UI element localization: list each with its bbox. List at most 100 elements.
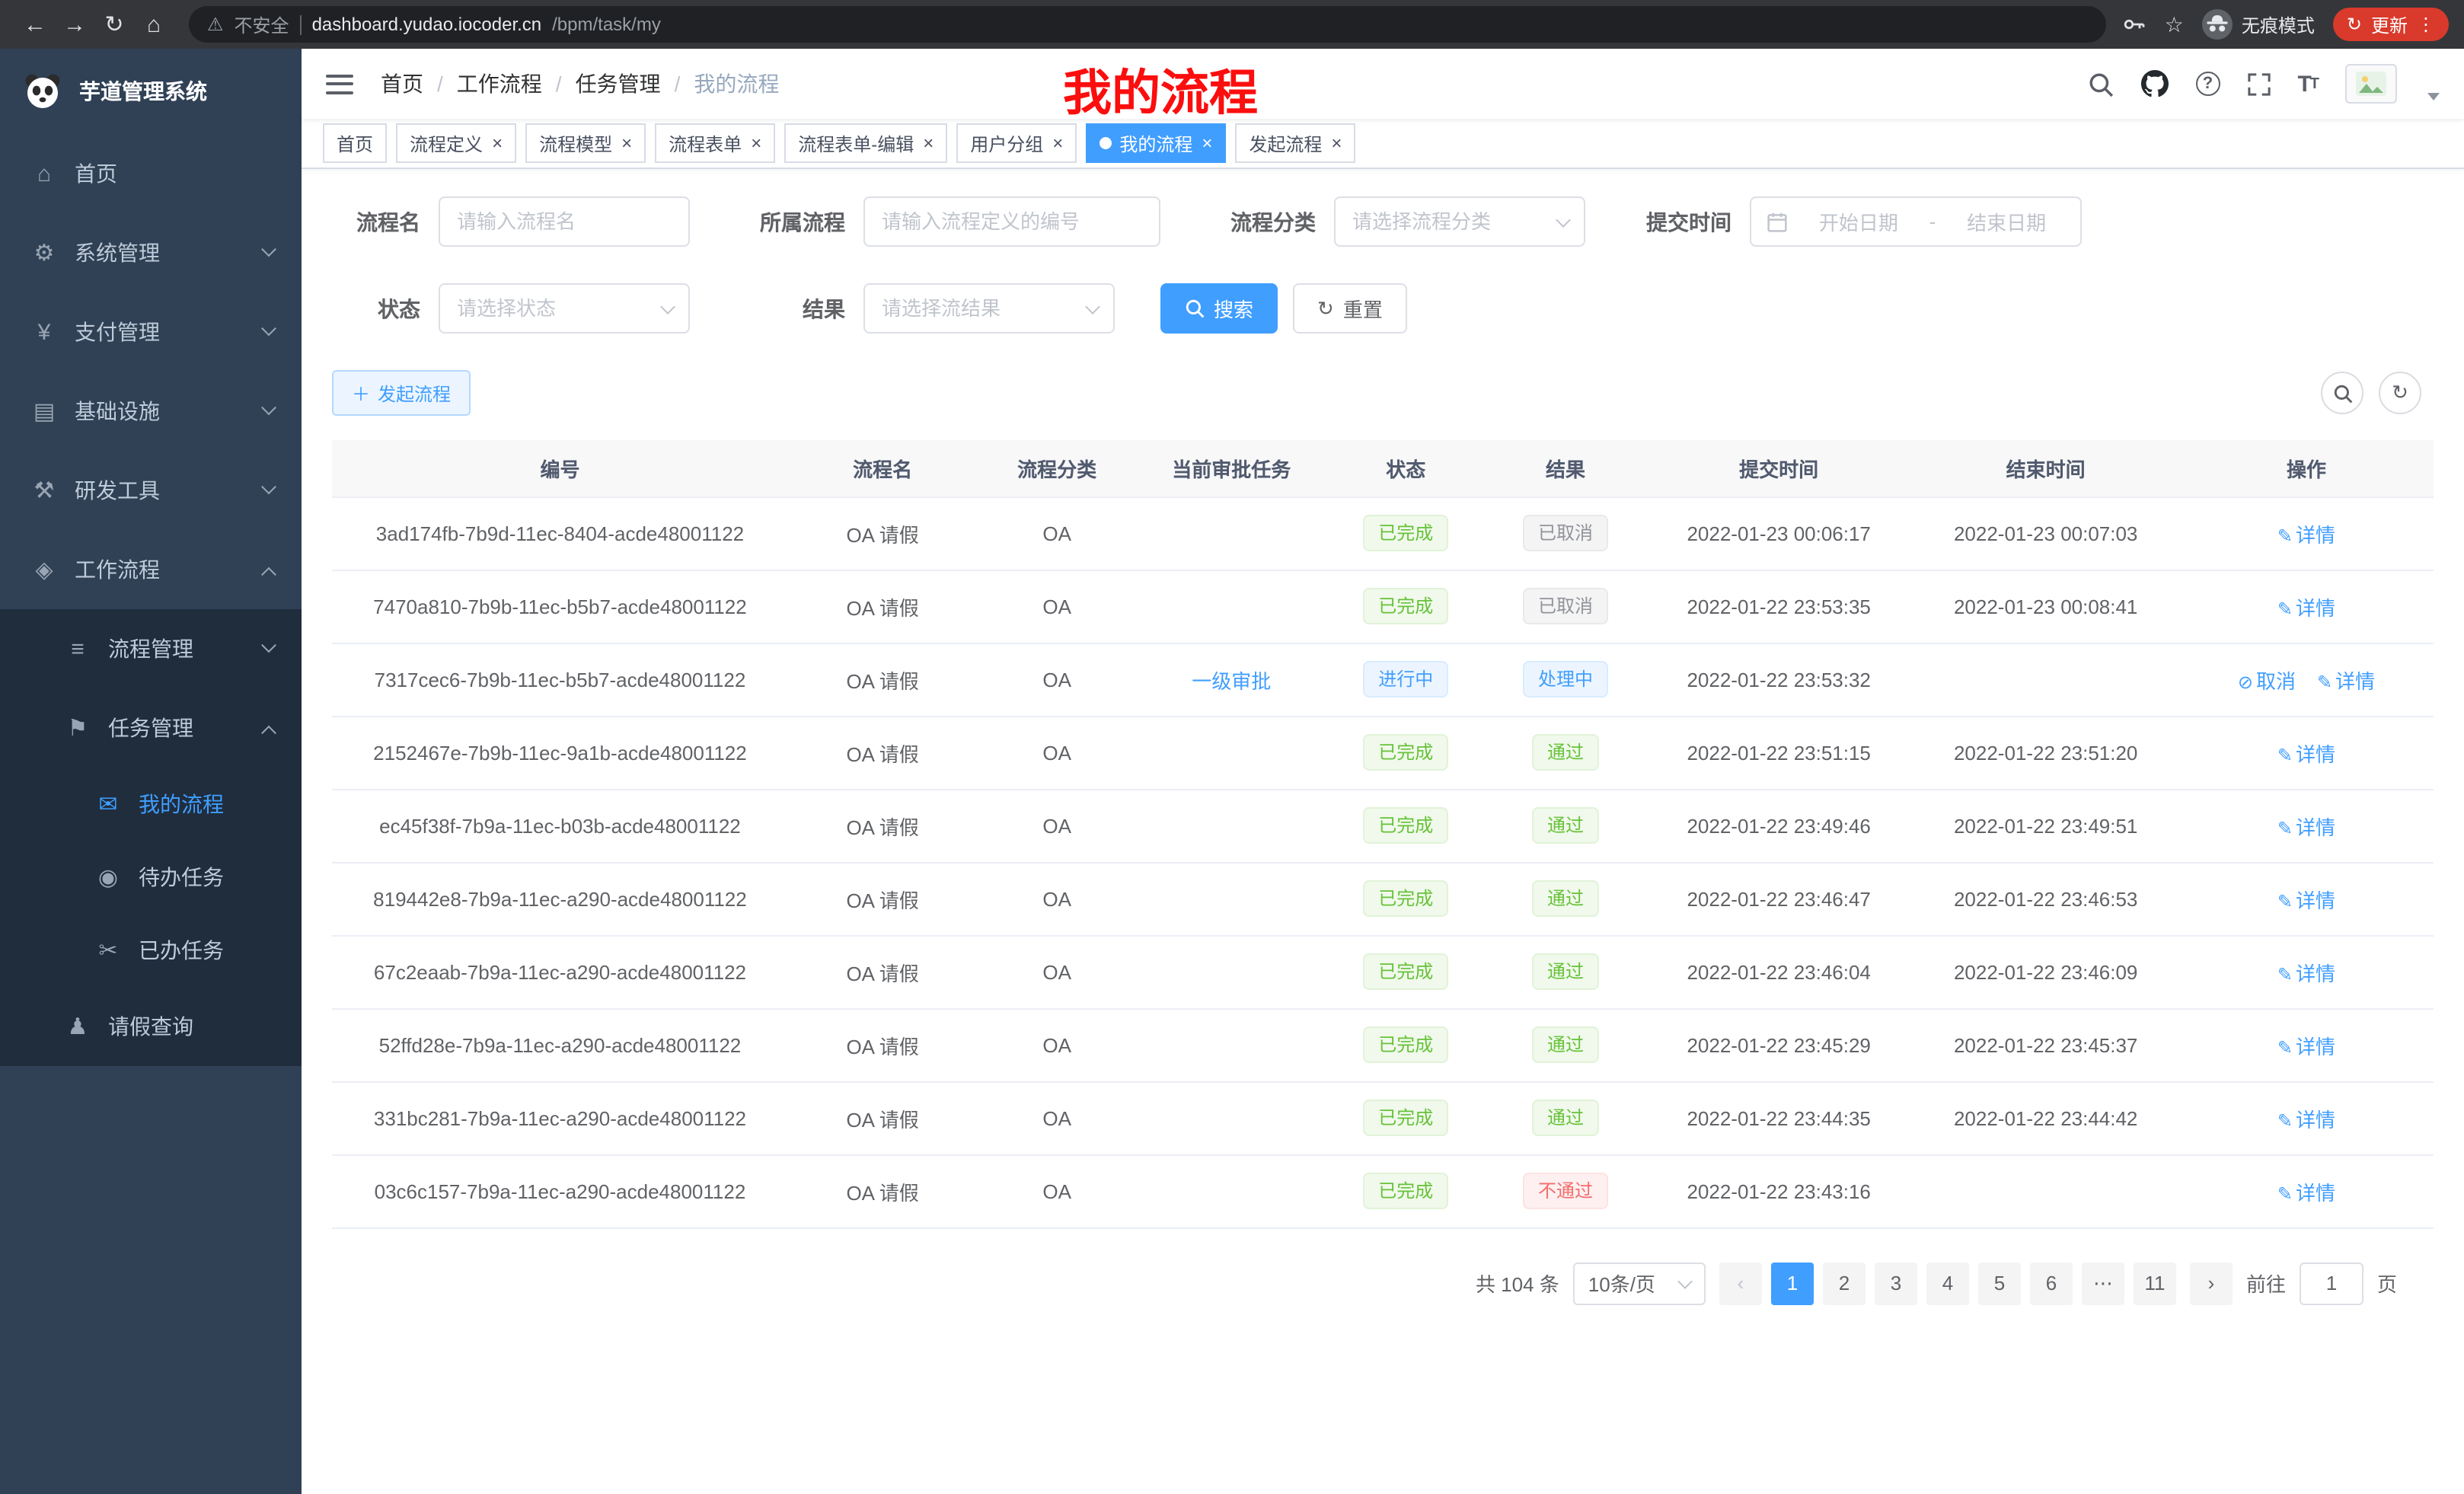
sidebar-item-done-task[interactable]: ✂已办任务: [0, 914, 302, 987]
close-icon[interactable]: ×: [923, 134, 934, 152]
tab-process-form-edit[interactable]: 流程表单-编辑×: [784, 123, 947, 163]
page-button[interactable]: 11: [2134, 1262, 2176, 1304]
cell-category: OA: [977, 862, 1137, 935]
sidebar-item-dev-tools[interactable]: ⚒研发工具: [0, 451, 302, 530]
reset-button[interactable]: ↻ 重置: [1293, 283, 1407, 334]
sidebar-item-infrastructure[interactable]: ▤基础设施: [0, 372, 302, 451]
status-select[interactable]: [439, 283, 690, 334]
detail-action[interactable]: ✎详情: [2277, 962, 2335, 985]
detail-action[interactable]: ✎详情: [2277, 1035, 2335, 1058]
sidebar-item-process-mgmt[interactable]: ≡流程管理: [0, 609, 302, 688]
sidebar-item-system-mgmt[interactable]: ⚙系统管理: [0, 213, 302, 292]
reload-icon[interactable]: ↻: [94, 5, 134, 44]
cell-end-time: 2022-01-22 23:51:20: [1912, 716, 2179, 789]
avatar[interactable]: [2345, 64, 2397, 104]
detail-action[interactable]: ✎详情: [2277, 816, 2335, 838]
help-icon[interactable]: ?: [2195, 72, 2220, 96]
fullscreen-icon[interactable]: [2247, 72, 2270, 95]
close-icon[interactable]: ×: [1331, 134, 1342, 152]
sidebar-item-leave-query[interactable]: ♟请假查询: [0, 987, 302, 1066]
page-button[interactable]: 5: [1978, 1262, 2021, 1304]
sidebar-item-payment-mgmt[interactable]: ¥支付管理: [0, 292, 302, 372]
filter-category: 流程分类: [1206, 196, 1585, 247]
filter-process-name: 流程名: [332, 196, 690, 247]
detail-action[interactable]: ✎详情: [2277, 742, 2335, 765]
key-icon[interactable]: [2122, 12, 2146, 37]
tab-user-group[interactable]: 用户分组×: [956, 123, 1077, 163]
forward-icon[interactable]: →: [55, 5, 94, 44]
font-size-icon[interactable]: TT: [2297, 71, 2318, 97]
prev-page-button[interactable]: ‹: [1719, 1262, 1762, 1304]
incognito-badge: 无痕模式: [2202, 9, 2315, 40]
detail-action[interactable]: ✎详情: [2317, 669, 2375, 692]
breadcrumb-item[interactable]: 工作流程: [457, 69, 542, 99]
back-icon[interactable]: ←: [15, 5, 55, 44]
table-header-row: 编号流程名流程分类当前审批任务状态结果提交时间结束时间操作: [332, 440, 2434, 496]
detail-action[interactable]: ✎详情: [2277, 1181, 2335, 1204]
pagination-ellipsis[interactable]: ⋯: [2082, 1262, 2124, 1304]
bookmark-star-icon[interactable]: ☆: [2165, 11, 2184, 37]
sidebar-item-home[interactable]: ⌂首页: [0, 134, 302, 213]
breadcrumb-item[interactable]: 任务管理: [576, 69, 661, 99]
result-select[interactable]: [863, 283, 1115, 334]
tab-process-form[interactable]: 流程表单×: [655, 123, 775, 163]
table-body: 3ad174fb-7b9d-11ec-8404-acde48001122OA 请…: [332, 496, 2434, 1227]
column-header: 状态: [1326, 440, 1486, 496]
category-select[interactable]: [1334, 196, 1585, 247]
search-button[interactable]: 搜索: [1160, 283, 1278, 334]
github-icon[interactable]: [2140, 70, 2168, 97]
detail-action[interactable]: ✎详情: [2277, 523, 2335, 546]
update-button[interactable]: ↻ 更新 ⋮: [2333, 8, 2449, 41]
security-warning-label: 不安全: [235, 11, 289, 37]
create-process-label: 发起流程: [378, 380, 451, 406]
tab-home[interactable]: 首页: [323, 123, 387, 163]
detail-action[interactable]: ✎详情: [2277, 596, 2335, 619]
search-icon[interactable]: [2087, 71, 2113, 97]
cancel-action[interactable]: ⊘取消: [2238, 669, 2296, 692]
page-button[interactable]: 2: [1823, 1262, 1866, 1304]
current-task-link[interactable]: 一级审批: [1192, 669, 1271, 692]
tab-start-process[interactable]: 发起流程 ×: [1235, 123, 1355, 163]
detail-action[interactable]: ✎详情: [2277, 1108, 2335, 1131]
page-button[interactable]: 3: [1875, 1262, 1917, 1304]
hamburger-icon[interactable]: [326, 74, 353, 94]
breadcrumb-item[interactable]: 首页: [381, 69, 423, 99]
close-icon[interactable]: ×: [1202, 134, 1212, 152]
yen-icon: ¥: [27, 319, 61, 345]
close-icon[interactable]: ×: [751, 134, 761, 152]
tab-process-model[interactable]: 流程模型×: [525, 123, 646, 163]
browser-home-icon[interactable]: ⌂: [134, 5, 174, 44]
goto-page-input[interactable]: [2300, 1262, 2363, 1304]
page-button[interactable]: 4: [1926, 1262, 1969, 1304]
cell-process-name: OA 请假: [788, 789, 977, 862]
filter-row-2: 状态 结果 搜索 ↻ 重置: [332, 283, 2434, 334]
close-icon[interactable]: ×: [1052, 134, 1063, 152]
tab-my-process[interactable]: 我的流程×: [1086, 123, 1226, 163]
browser-menu-icon[interactable]: ⋮: [2417, 14, 2435, 35]
page-button[interactable]: 6: [2030, 1262, 2073, 1304]
close-icon[interactable]: ×: [492, 134, 503, 152]
sidebar-item-task-mgmt[interactable]: ⚑任务管理: [0, 688, 302, 768]
page-size-select[interactable]: 10条/页: [1573, 1262, 1706, 1304]
tab-label: 发起流程: [1249, 130, 1322, 156]
sidebar-item-todo-task[interactable]: ◉待办任务: [0, 841, 302, 914]
next-page-button[interactable]: ›: [2190, 1262, 2233, 1304]
create-process-button[interactable]: ＋ 发起流程: [332, 370, 471, 416]
edit-icon: ✎: [2277, 963, 2293, 985]
tab-process-definition[interactable]: 流程定义×: [396, 123, 516, 163]
avatar-caret-down-icon[interactable]: [2427, 93, 2440, 101]
close-icon[interactable]: ×: [621, 134, 632, 152]
show-search-button[interactable]: [2321, 372, 2363, 414]
date-range-picker[interactable]: 开始日期 - 结束日期: [1750, 196, 2082, 247]
process-name-input[interactable]: [439, 196, 690, 247]
detail-action[interactable]: ✎详情: [2277, 889, 2335, 911]
column-header: 结束时间: [1912, 440, 2179, 496]
process-id-input[interactable]: [863, 196, 1160, 247]
result-badge: 通过: [1532, 734, 1599, 771]
page-button[interactable]: 1: [1771, 1262, 1814, 1304]
status-badge: 已完成: [1363, 953, 1448, 990]
sidebar-item-my-process[interactable]: ✉我的流程: [0, 768, 302, 841]
sidebar-item-workflow[interactable]: ◈工作流程: [0, 530, 302, 609]
refresh-button[interactable]: ↻: [2379, 372, 2421, 414]
address-bar[interactable]: ⚠ 不安全 dashboard.yudao.iocoder.cn/bpm/tas…: [189, 6, 2107, 43]
